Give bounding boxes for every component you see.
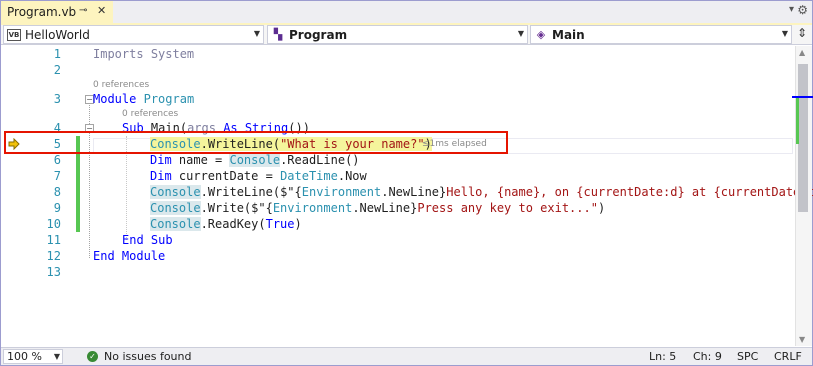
keyword-module: Module xyxy=(93,92,137,106)
chevron-down-icon: ▼ xyxy=(253,29,260,38)
code-text: .ReadKey( xyxy=(200,217,266,231)
keyword-true: True xyxy=(265,217,295,231)
line-number: 12 xyxy=(46,249,61,263)
project-name: HelloWorld xyxy=(25,27,90,42)
line-indicator[interactable]: Ln: 5 xyxy=(649,350,676,363)
pin-icon[interactable]: ⊸ xyxy=(79,5,87,16)
keyword-imports: Imports xyxy=(93,47,144,61)
line-number: 9 xyxy=(53,201,61,215)
scrollbar-thumb[interactable] xyxy=(798,64,808,212)
code-line-1: Imports System xyxy=(93,46,194,62)
tab-title: Program.vb xyxy=(7,5,77,19)
caret-position-marker xyxy=(792,96,813,98)
chevron-down-icon: ▼ xyxy=(517,29,524,38)
line-ending-indicator[interactable]: CRLF xyxy=(774,350,802,363)
method-writeline: WriteLine xyxy=(207,185,273,199)
type-console: Console xyxy=(150,185,201,199)
type-dropdown[interactable]: ▚ Program ▼ xyxy=(267,25,528,44)
code-line-7: Dim currentDate = DateTime.Now xyxy=(150,168,367,184)
tab-program-vb[interactable]: Program.vb ⊸ ✕ xyxy=(1,1,113,23)
string-literal: Press any key to exit..." xyxy=(417,201,598,215)
code-line-8: Console.WriteLine($"{Environment.NewLine… xyxy=(150,184,813,200)
scroll-up-icon[interactable]: ▲ xyxy=(799,48,805,57)
line-number: 3 xyxy=(53,92,61,106)
module-icon: ▚ xyxy=(273,28,283,41)
string-literal: Hello, {name}, on {currentDate:d} at {cu… xyxy=(446,185,813,199)
editor-status-bar: 100 % ▼ ✓ No issues found Ln: 5 Ch: 9 SP… xyxy=(1,347,812,365)
document-tab-strip: Program.vb ⊸ ✕ ▾ ⚙ xyxy=(1,1,812,23)
code-text: .NewLine} xyxy=(352,201,418,215)
chevron-down-icon: ▼ xyxy=(53,352,60,361)
line-number: 2 xyxy=(53,63,61,77)
line-number: 11 xyxy=(46,233,61,247)
code-text: name = xyxy=(171,153,230,167)
vertical-scrollbar[interactable]: ▲ ▼ xyxy=(792,46,813,346)
close-icon[interactable]: ✕ xyxy=(97,4,106,17)
code-text: .NewLine} xyxy=(381,185,447,199)
code-line-12: End Module xyxy=(93,249,166,263)
code-line-6: Dim name = Console.ReadLine() xyxy=(150,152,360,168)
code-text: . xyxy=(200,185,208,199)
member-dropdown[interactable]: ◈ Main ▼ xyxy=(530,25,792,44)
settings-gear-icon[interactable]: ⚙ xyxy=(797,3,808,17)
check-circle-icon: ✓ xyxy=(87,351,98,362)
type-console: Console xyxy=(229,153,281,167)
issues-status[interactable]: No issues found xyxy=(104,350,191,363)
code-text: ($"{ xyxy=(272,185,302,199)
codelens-references[interactable]: 0 references xyxy=(93,79,149,91)
column-indicator[interactable]: Ch: 9 xyxy=(693,350,722,363)
vb-project-icon: VB xyxy=(7,28,21,41)
code-line-10: Console.ReadKey(True) xyxy=(150,216,302,232)
method-icon: ◈ xyxy=(536,28,546,41)
namespace-system: System xyxy=(150,47,195,61)
type-datetime: DateTime xyxy=(280,169,338,183)
type-environment: Environment xyxy=(272,201,353,215)
type-name: Program xyxy=(289,27,348,42)
module-name: Program xyxy=(143,92,195,106)
code-text: ) xyxy=(597,201,606,215)
zoom-value: 100 % xyxy=(7,350,42,363)
highlight-annotation-box xyxy=(4,131,508,154)
whitespace-indicator[interactable]: SPC xyxy=(737,350,758,363)
keyword-dim: Dim xyxy=(150,153,172,167)
line-number: 1 xyxy=(53,47,61,61)
member-name: Main xyxy=(552,27,585,42)
code-text: currentDate = xyxy=(171,169,281,183)
line-number: 6 xyxy=(53,153,61,167)
line-number: 10 xyxy=(46,217,61,231)
codelens-references[interactable]: 0 references xyxy=(122,108,178,120)
type-environment: Environment xyxy=(301,185,382,199)
line-number: 8 xyxy=(53,185,61,199)
keyword-dim: Dim xyxy=(150,169,172,183)
chevron-down-icon: ▼ xyxy=(781,29,788,38)
split-window-icon[interactable]: ⇕ xyxy=(794,26,810,43)
code-text: .Write($"{ xyxy=(200,201,273,215)
changes-map-marker xyxy=(796,98,799,144)
code-text: ) xyxy=(294,217,302,231)
tab-list-dropdown-icon[interactable]: ▾ xyxy=(789,4,794,15)
zoom-dropdown[interactable]: 100 % ▼ xyxy=(3,349,63,364)
line-number: 13 xyxy=(46,265,61,279)
type-console: Console xyxy=(150,201,201,215)
scroll-down-icon[interactable]: ▼ xyxy=(799,335,805,344)
navigation-bar: VB HelloWorld ▼ ▚ Program ▼ ◈ Main ▼ ⇕ xyxy=(1,25,812,45)
code-line-9: Console.Write($"{Environment.NewLine}Pre… xyxy=(150,200,605,216)
code-text: .Now xyxy=(337,169,367,183)
line-number: 7 xyxy=(53,169,61,183)
type-console: Console xyxy=(150,217,201,231)
code-text: .ReadLine() xyxy=(280,153,360,167)
project-dropdown[interactable]: VB HelloWorld ▼ xyxy=(3,25,264,44)
code-line-3: Module Program xyxy=(93,91,194,107)
code-editor[interactable]: 1 2 3 4 5 6 7 8 9 10 11 12 13 − − Import… xyxy=(1,46,813,346)
code-line-11: End Sub xyxy=(122,233,173,247)
